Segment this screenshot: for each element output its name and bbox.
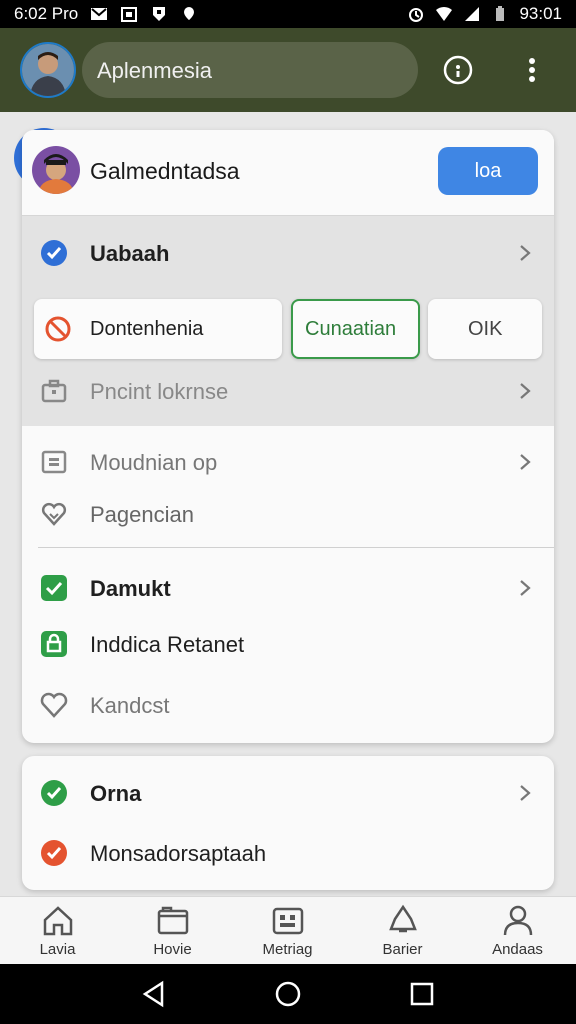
- list-item-label: Uabaah: [90, 241, 170, 266]
- list-item-label: Pncint lokrnse: [90, 379, 229, 404]
- nav-label: Andaas: [492, 941, 543, 958]
- lock-icon: [41, 631, 67, 657]
- list-item[interactable]: Pncint lokrnse: [22, 366, 554, 416]
- mail-icon: [91, 8, 108, 20]
- main-card: Galmedntadsa loa Uabaah Dontenhenia Cuna…: [22, 130, 554, 743]
- continue-label: Cunaatian: [305, 318, 397, 340]
- list-item-label: Moudnian op: [90, 450, 218, 475]
- secondary-card: Orna Monsadorsaptaah: [22, 756, 554, 890]
- divider: [38, 547, 554, 548]
- nav-item-grid[interactable]: Metriag: [230, 897, 345, 965]
- deny-button[interactable]: Dontenhenia: [34, 299, 282, 359]
- nav-item-person[interactable]: Andaas: [460, 897, 575, 965]
- info-icon: [443, 55, 473, 85]
- list-item[interactable]: Uabaah: [22, 228, 554, 278]
- calendar-icon: [121, 7, 138, 22]
- status-time-left: 6:02 Pro: [14, 4, 79, 23]
- avatar[interactable]: [20, 42, 76, 98]
- status-bar: 6:02 Pro 93:01: [0, 0, 576, 28]
- bottom-navigation: Lavia Hovie Metriag Barier Andaas: [0, 896, 576, 964]
- nav-item-folder[interactable]: Hovie: [115, 897, 230, 965]
- nav-label: Hovie: [153, 941, 192, 958]
- check-circle-icon: [41, 240, 67, 266]
- wifi-icon: [436, 6, 453, 21]
- calendar-icon: [41, 450, 67, 474]
- shield-icon: [153, 7, 166, 21]
- list-item-label: Kandcst: [90, 693, 170, 718]
- list-item-label: Pagencian: [90, 502, 194, 527]
- more-vert-icon: [529, 58, 535, 82]
- nav-item-home[interactable]: Lavia: [0, 897, 115, 965]
- briefcase-icon: [41, 379, 67, 403]
- more-button[interactable]: [512, 50, 552, 90]
- card-title: Galmedntadsa: [90, 158, 240, 184]
- nav-label: Barier: [382, 941, 423, 958]
- ok-label: OIK: [468, 318, 503, 340]
- heart-outline-icon: [40, 692, 68, 718]
- search-text: Aplenmesia: [97, 58, 212, 83]
- home-circle-icon[interactable]: [272, 978, 304, 1010]
- info-button[interactable]: [438, 50, 478, 90]
- status-time-right: 93:01: [519, 4, 562, 23]
- system-navigation: [0, 964, 576, 1024]
- bell-icon: [389, 904, 417, 933]
- list-item-label: Orna: [90, 781, 142, 806]
- chevron-right-icon: [520, 454, 531, 470]
- list-item[interactable]: Moudnian op: [22, 437, 554, 487]
- nav-label: Lavia: [39, 941, 76, 958]
- location-icon: [184, 7, 195, 20]
- list-item[interactable]: Orna: [22, 768, 554, 818]
- folder-icon: [157, 906, 189, 935]
- card-header: Galmedntadsa loa: [22, 130, 554, 216]
- list-item[interactable]: Pagencian: [22, 489, 554, 539]
- chevron-right-icon: [520, 580, 531, 596]
- card-avatar-image: [32, 146, 80, 194]
- signal-icon: [465, 7, 480, 21]
- list-item-label: Damukt: [90, 576, 171, 601]
- person-icon: [503, 905, 533, 936]
- continue-button[interactable]: Cunaatian: [291, 299, 420, 359]
- list-item[interactable]: Kandcst: [22, 680, 554, 730]
- nav-label: Metriag: [262, 941, 313, 958]
- battery-icon: [496, 6, 505, 21]
- block-icon: [45, 316, 71, 342]
- chevron-right-icon: [520, 383, 531, 399]
- list-item[interactable]: Monsadorsaptaah: [22, 828, 554, 878]
- list-item-label: Monsadorsaptaah: [90, 841, 267, 866]
- check-square-icon: [41, 780, 67, 806]
- heart-icon: [41, 502, 67, 526]
- card-avatar[interactable]: [32, 146, 80, 194]
- grid-icon: [272, 907, 304, 935]
- search-field[interactable]: Aplenmesia: [82, 42, 418, 98]
- app-bar: Aplenmesia: [0, 28, 576, 112]
- alarm-icon: [409, 8, 424, 22]
- home-icon: [43, 906, 73, 936]
- list-item-label: Inddica Retanet: [90, 632, 245, 657]
- check-circle-icon: [41, 840, 67, 866]
- list-item[interactable]: Damukt: [22, 563, 554, 613]
- back-icon[interactable]: [138, 978, 170, 1010]
- chevron-right-icon: [520, 785, 531, 801]
- list-item[interactable]: Inddica Retanet: [22, 619, 554, 669]
- nav-item-bell[interactable]: Barier: [345, 897, 460, 965]
- recents-icon[interactable]: [406, 978, 438, 1010]
- deny-label: Dontenhenia: [90, 318, 204, 340]
- avatar-image: [22, 44, 74, 96]
- check-square-icon: [41, 575, 67, 601]
- chevron-right-icon: [520, 245, 531, 261]
- primary-action-button[interactable]: loa: [438, 147, 538, 195]
- ok-button[interactable]: OIK: [428, 299, 542, 359]
